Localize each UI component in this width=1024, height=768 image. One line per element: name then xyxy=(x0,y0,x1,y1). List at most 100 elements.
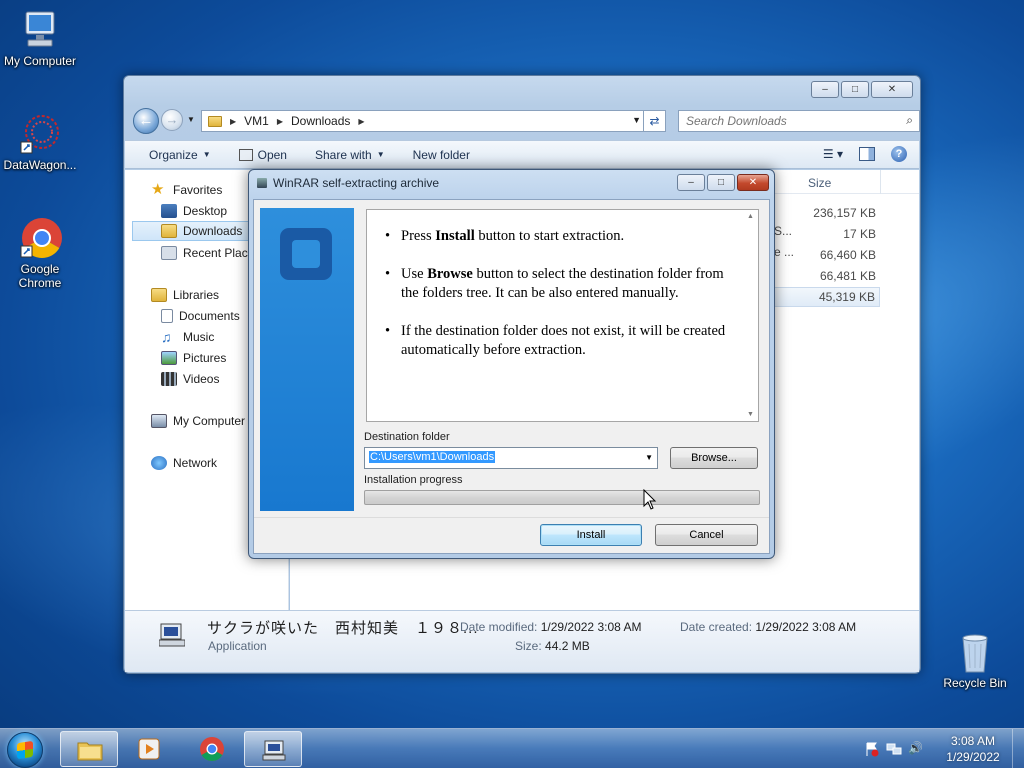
computer-icon xyxy=(151,414,167,428)
text-bold: Browse xyxy=(427,266,473,282)
maximize-button[interactable]: □ xyxy=(707,174,735,191)
desktop-icon-my-computer[interactable]: My Computer xyxy=(0,8,80,68)
nav-label: Pictures xyxy=(183,351,227,365)
desktop-icon-label: Recycle Bin xyxy=(943,676,1007,690)
nav-music[interactable]: ♫ Music xyxy=(161,327,214,347)
file-size: Size: 44.2 MB xyxy=(515,639,590,653)
address-bar[interactable]: ▶ VM1 ▶ Downloads ▶ ▼ ⇄ xyxy=(201,110,666,132)
nav-libraries[interactable]: Libraries xyxy=(151,285,219,305)
search-box[interactable]: ⌕ xyxy=(678,110,920,132)
date-created-value: 1/29/2022 3:08 AM xyxy=(755,620,857,634)
nav-videos[interactable]: Videos xyxy=(161,369,219,389)
volume-icon[interactable]: 🔊 xyxy=(908,741,924,757)
change-view-icon[interactable]: ☰ ▾ xyxy=(823,147,843,161)
maximize-button[interactable]: □ xyxy=(841,81,869,98)
open-label: Open xyxy=(257,147,287,162)
back-button[interactable]: ← xyxy=(133,108,159,134)
nav-my-computer[interactable]: My Computer xyxy=(151,411,245,431)
refresh-icon[interactable]: ⇄ xyxy=(643,111,665,131)
winrar-logo-icon xyxy=(280,228,332,280)
preview-pane-icon[interactable] xyxy=(859,147,875,161)
computer-icon xyxy=(18,8,62,52)
breadcrumb-item-downloads[interactable]: Downloads xyxy=(291,114,350,128)
search-input[interactable] xyxy=(686,114,886,128)
file-row-size-selected[interactable]: 45,319 KB xyxy=(770,287,880,307)
nav-documents[interactable]: Documents xyxy=(161,306,240,326)
desktop-icon-google-chrome[interactable]: Google Chrome xyxy=(0,216,80,290)
instruction-browse: Use Browse button to select the destinat… xyxy=(385,265,731,303)
instructions-scrollbar[interactable]: ▲ ▼ xyxy=(744,210,758,421)
nav-recent-places[interactable]: Recent Place xyxy=(161,243,254,263)
browse-button[interactable]: Browse... xyxy=(670,447,758,469)
file-row-size[interactable]: 66,481 KB xyxy=(770,266,880,286)
instructions-box: Press Install button to start extraction… xyxy=(366,209,759,422)
desktop-icon xyxy=(161,204,177,218)
column-header-size[interactable]: Size xyxy=(808,176,831,190)
text: Press xyxy=(401,228,436,244)
command-bar: Organize ▼ Open Share with ▼ New folder ☰ … xyxy=(125,140,919,169)
nav-desktop[interactable]: Desktop xyxy=(161,201,227,221)
instruction-destination: If the destination folder does not exist… xyxy=(385,322,731,360)
nav-label: Recent Place xyxy=(183,246,255,260)
organize-label: Organize xyxy=(149,147,198,162)
search-icon[interactable]: ⌕ xyxy=(906,113,913,128)
nav-label: Music xyxy=(183,330,215,344)
organize-button[interactable]: Organize ▼ xyxy=(149,148,211,162)
close-button[interactable]: ✕ xyxy=(871,81,913,98)
close-button[interactable]: ✕ xyxy=(737,174,769,191)
nav-pictures[interactable]: Pictures xyxy=(161,348,226,368)
share-with-button[interactable]: Share with ▼ xyxy=(315,148,385,162)
minimize-button[interactable]: – xyxy=(677,174,705,191)
network-status-icon[interactable] xyxy=(886,741,902,757)
minimize-button[interactable]: – xyxy=(811,81,839,98)
file-size-value: 44.2 MB xyxy=(545,639,590,653)
column-divider[interactable] xyxy=(880,170,881,194)
destination-folder-combobox[interactable]: C:\Users\vm1\Downloads ▼ xyxy=(364,447,658,469)
new-folder-button[interactable]: New folder xyxy=(413,148,470,162)
taskbar-media-player[interactable] xyxy=(120,731,178,767)
winrar-banner xyxy=(260,208,354,511)
date-created: Date created: 1/29/2022 3:08 AM xyxy=(680,620,856,634)
clock-time: 3:08 AM xyxy=(950,734,996,748)
date-modified-label: Date modified: xyxy=(460,620,538,634)
desktop-icon-datawagon[interactable]: DataWagon... xyxy=(0,112,80,172)
text-bold: Install xyxy=(435,228,475,244)
nav-label: My Computer xyxy=(173,414,246,428)
desktop-icon-label: DataWagon... xyxy=(3,158,77,172)
dialog-footer: Install Cancel xyxy=(254,517,769,553)
date-created-label: Date created: xyxy=(680,620,753,634)
recycle-bin-icon xyxy=(953,630,997,674)
nav-label: Downloads xyxy=(183,224,243,238)
recent-pages-dropdown-icon[interactable]: ▼ xyxy=(187,115,195,124)
nav-favorites[interactable]: ★ Favorites xyxy=(151,180,222,200)
taskbar-explorer[interactable] xyxy=(60,731,118,767)
installation-progress-bar xyxy=(364,490,760,505)
system-clock[interactable]: 3:08 AM 1/29/2022 xyxy=(938,733,1008,765)
action-center-flag-icon[interactable] xyxy=(864,741,880,757)
show-desktop-button[interactable] xyxy=(1012,729,1024,768)
clock-date: 1/29/2022 xyxy=(946,750,1000,764)
nav-network[interactable]: Network xyxy=(151,453,217,473)
scroll-up-icon[interactable]: ▲ xyxy=(747,213,754,220)
taskbar-chrome[interactable] xyxy=(183,731,241,767)
scroll-down-icon[interactable]: ▼ xyxy=(747,411,754,418)
desktop-icon-recycle-bin[interactable]: Recycle Bin xyxy=(935,630,1015,690)
install-button[interactable]: Install xyxy=(540,524,642,546)
start-button[interactable] xyxy=(7,732,43,768)
breadcrumb-item-vm1[interactable]: VM1 xyxy=(244,114,269,128)
cancel-button[interactable]: Cancel xyxy=(655,524,758,546)
network-icon xyxy=(151,456,167,470)
application-icon xyxy=(261,737,287,763)
datawagon-icon xyxy=(18,112,62,156)
chevron-down-icon[interactable]: ▼ xyxy=(645,453,653,462)
address-dropdown-icon[interactable]: ▼ xyxy=(632,115,641,125)
forward-button[interactable]: → xyxy=(161,109,183,131)
file-row-size[interactable]: 66,460 KB xyxy=(770,245,880,265)
file-row-size[interactable]: 236,157 KB xyxy=(770,203,880,223)
taskbar-winrar-sfx[interactable] xyxy=(244,731,302,767)
open-button[interactable]: Open xyxy=(238,147,287,162)
share-with-label: Share with xyxy=(314,147,372,162)
file-row-size[interactable]: 17 KB xyxy=(770,224,880,244)
destination-folder-value[interactable]: C:\Users\vm1\Downloads xyxy=(369,451,496,463)
help-icon[interactable]: ? xyxy=(891,146,907,162)
